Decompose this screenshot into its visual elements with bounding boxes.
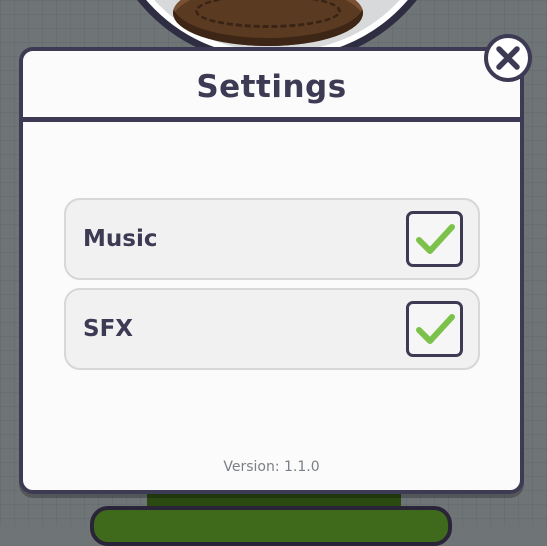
setting-row-sfx[interactable]: SFX (64, 288, 480, 370)
background-play-button (90, 506, 452, 546)
music-checkbox[interactable] (406, 211, 463, 267)
close-button[interactable] (484, 34, 532, 82)
settings-modal: Settings Music SFX Version: 1.1.0 (19, 47, 524, 494)
modal-header: Settings (23, 51, 520, 121)
modal-title: Settings (196, 69, 347, 105)
checkmark-icon (414, 311, 456, 347)
header-divider (23, 117, 520, 122)
setting-row-music[interactable]: Music (64, 198, 480, 280)
setting-label-music: Music (83, 226, 158, 252)
sfx-checkbox[interactable] (406, 301, 463, 357)
setting-label-sfx: SFX (83, 316, 134, 342)
version-text: Version: 1.1.0 (223, 459, 320, 475)
checkmark-icon (414, 221, 456, 257)
close-icon (494, 44, 522, 72)
